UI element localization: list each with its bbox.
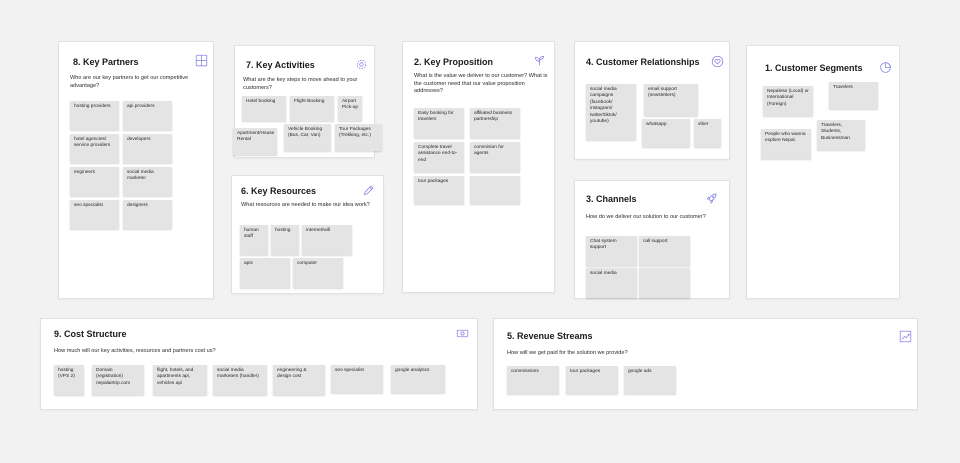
- key-partners-card: 8. Key Partners Who are our key partners…: [58, 41, 214, 299]
- sticky-note[interactable]: Chat system support: [586, 236, 637, 266]
- sticky-note[interactable]: Domain (registration) nepalairtrip.com: [92, 365, 144, 395]
- sticky-note[interactable]: engineering & design cost: [273, 365, 325, 395]
- key-partners-question: Who are our key partners to get our comp…: [70, 75, 189, 89]
- sticky-note[interactable]: hosting (VPS 2): [54, 365, 84, 395]
- customer-relationships-card: 4. Customer Relationships social media c…: [574, 41, 730, 160]
- sticky-note[interactable]: social media marketers (handler): [213, 365, 267, 395]
- sticky-note[interactable]: Travelers: [829, 82, 878, 109]
- revenue-streams-card: 5. Revenue Streams How will we get paid …: [493, 318, 918, 410]
- sticky-note[interactable]: hotel agencies/ service providers: [70, 134, 119, 163]
- sticky-note[interactable]: Complete travel assistance end-to-end: [414, 142, 464, 172]
- sticky-note[interactable]: apis: [240, 258, 290, 288]
- sticky-note[interactable]: Vehicle Booking (Bus, Car, Van): [284, 124, 331, 151]
- sticky-note[interactable]: api providers: [123, 101, 172, 130]
- key-resources-card: 6. Key Resources What resources are need…: [231, 175, 384, 294]
- sticky-note[interactable]: hosting providers: [70, 101, 119, 130]
- sticky-note[interactable]: Travelers, Students, Businessman: [817, 120, 865, 150]
- sticky-note[interactable]: Tour Packages (Trekking, etc.): [335, 124, 382, 151]
- revenue-streams-question: How will we get paid for the solution we…: [507, 350, 628, 356]
- customer-segments-card: 1. Customer Segments Nepalese (Local) or…: [746, 45, 900, 299]
- growth-chart-icon: [899, 330, 912, 343]
- key-resources-title: 6. Key Resources: [241, 186, 317, 196]
- key-activities-question: What are the key steps to move ahead to …: [243, 77, 358, 91]
- sticky-note[interactable]: hosting: [271, 225, 299, 255]
- key-proposition-card: 2. Key Proposition What is the value we …: [402, 41, 555, 293]
- sticky-note[interactable]: social media campaigns (facebook/ instag…: [586, 84, 636, 140]
- sticky-note[interactable]: Airport Pick-up: [338, 96, 362, 121]
- sticky-note[interactable]: Apartment/House Rental: [233, 128, 277, 155]
- key-proposition-question: What is the value we deliver to our cust…: [414, 73, 548, 95]
- channels-title: 3. Channels: [586, 194, 637, 204]
- customer-segments-title: 1. Customer Segments: [765, 63, 863, 73]
- sticky-note[interactable]: email support (newsletters): [644, 84, 698, 116]
- pencil-icon: [362, 184, 375, 197]
- sticky-note[interactable]: flight, hotels, and apartments api, vehi…: [153, 365, 207, 395]
- sticky-note[interactable]: designers: [123, 200, 172, 229]
- gear-icon: [355, 58, 368, 71]
- sticky-note[interactable]: Nepalese (Local) or International (Forei…: [763, 86, 813, 116]
- sticky-note[interactable]: call support: [639, 236, 690, 266]
- key-partners-title: 8. Key Partners: [73, 57, 139, 67]
- cost-structure-card: 9. Cost Structure How much will our key …: [40, 318, 478, 410]
- sticky-note[interactable]: People who wanna explore Nepal.: [761, 129, 811, 159]
- sticky-note[interactable]: tour packages: [566, 366, 618, 394]
- sticky-note[interactable]: developers: [123, 134, 172, 163]
- pie-chart-icon: [879, 61, 892, 74]
- sticky-note[interactable]: seo specialist: [331, 365, 383, 393]
- channels-question: How do we deliver our solution to our cu…: [586, 214, 706, 220]
- sticky-note[interactable]: social media: [586, 268, 637, 298]
- sticky-note[interactable]: Easy booking for travelers: [414, 108, 464, 138]
- heart-icon: [711, 55, 724, 68]
- key-proposition-title: 2. Key Proposition: [414, 57, 494, 67]
- money-icon: [456, 327, 469, 340]
- sticky-note[interactable]: affiliated business partnership: [470, 108, 520, 138]
- key-resources-question: What resources are needed to make our id…: [241, 202, 370, 208]
- channels-card: 3. Channels How do we deliver our soluti…: [574, 180, 730, 299]
- cost-structure-title: 9. Cost Structure: [54, 329, 127, 339]
- sticky-note[interactable]: viber: [694, 119, 721, 147]
- sticky-note[interactable]: human staff: [240, 225, 268, 255]
- sticky-note[interactable]: tour packages: [414, 176, 464, 204]
- sticky-note[interactable]: google analytics: [391, 365, 445, 393]
- plant-icon: [533, 54, 546, 67]
- sticky-note[interactable]: Hotel booking: [242, 96, 286, 121]
- sticky-note[interactable]: commision for agents: [470, 142, 520, 172]
- sticky-note[interactable]: [639, 268, 690, 298]
- sticky-note[interactable]: internet/wifi: [302, 225, 352, 255]
- sticky-note[interactable]: social media marketer: [123, 167, 172, 196]
- sticky-note[interactable]: seo specialist: [70, 200, 119, 229]
- grid-icon: [195, 54, 208, 67]
- sticky-note[interactable]: commissions: [507, 366, 559, 394]
- rocket-icon: [705, 192, 718, 205]
- sticky-note[interactable]: google ads: [624, 366, 676, 394]
- revenue-streams-title: 5. Revenue Streams: [507, 331, 593, 341]
- cost-structure-question: How much will our key activities, resour…: [54, 348, 216, 354]
- sticky-note[interactable]: whatsapp: [642, 119, 690, 147]
- key-activities-title: 7. Key Activities: [246, 60, 315, 70]
- sticky-note[interactable]: computer: [293, 258, 343, 288]
- sticky-note[interactable]: Flight Booking: [290, 96, 334, 121]
- sticky-note[interactable]: engineers: [70, 167, 119, 196]
- customer-relationships-title: 4. Customer Relationships: [586, 57, 700, 67]
- sticky-note[interactable]: [470, 176, 520, 204]
